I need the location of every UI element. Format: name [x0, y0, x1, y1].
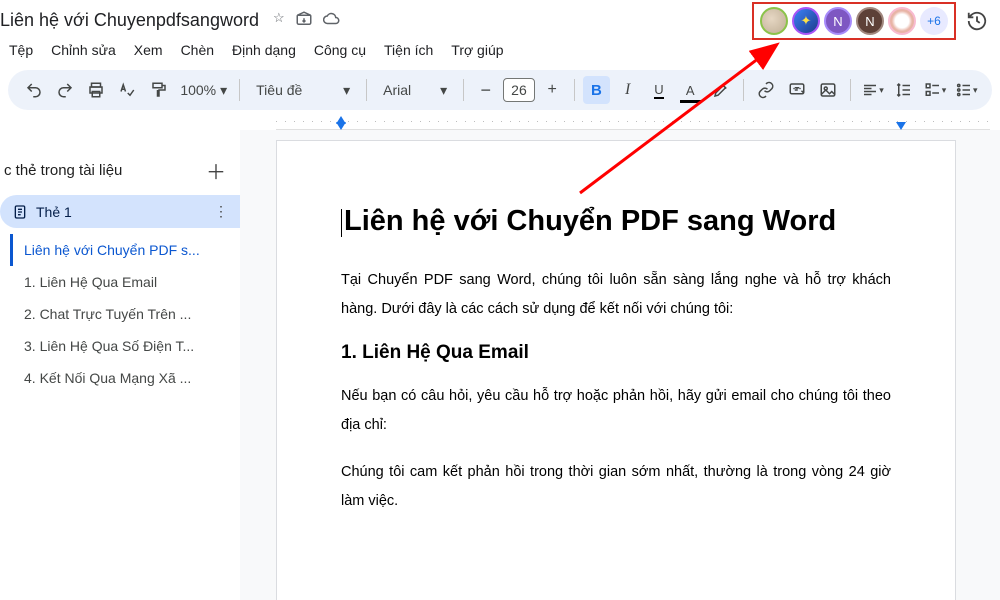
font-size-input[interactable]: 26: [503, 78, 534, 102]
body: c thẻ trong tài liệu ＋ Thẻ 1 ⋮ Liên hệ v…: [0, 130, 1000, 600]
highlight-icon[interactable]: [708, 76, 735, 104]
italic-button[interactable]: I: [614, 76, 641, 104]
font-size-plus[interactable]: +: [539, 76, 566, 104]
outline-item[interactable]: 2. Chat Trực Tuyến Trên ...: [10, 298, 240, 330]
avatar-1[interactable]: [760, 7, 788, 35]
zoom-dropdown[interactable]: 100%▾: [176, 82, 231, 99]
outline-item[interactable]: 1. Liên Hệ Qua Email: [10, 266, 240, 298]
doc-heading-2[interactable]: 1. Liên Hệ Qua Email: [341, 342, 891, 364]
document-title[interactable]: Liên hệ với Chuyenpdfsangword: [0, 10, 265, 31]
separator: [574, 79, 575, 101]
avatar-4[interactable]: N: [856, 7, 884, 35]
move-icon[interactable]: [295, 10, 313, 31]
menu-insert[interactable]: Chèn: [172, 38, 223, 62]
align-icon[interactable]: ▾: [859, 76, 886, 104]
doc-paragraph[interactable]: Chúng tôi cam kết phản hồi trong thời gi…: [341, 458, 891, 516]
collaborators-box: ✦ N N +6: [752, 2, 956, 40]
ruler-indent-right-icon[interactable]: [896, 122, 906, 130]
sidebar: c thẻ trong tài liệu ＋ Thẻ 1 ⋮ Liên hệ v…: [0, 130, 240, 600]
menu-help[interactable]: Trợ giúp: [442, 38, 512, 62]
doc-paragraph[interactable]: Nếu bạn có câu hỏi, yêu cầu hỗ trợ hoặc …: [341, 382, 891, 440]
page-canvas[interactable]: Liên hệ với Chuyển PDF sang Word Tại Chu…: [240, 130, 1000, 600]
link-icon[interactable]: [752, 76, 779, 104]
outline-item[interactable]: 4. Kết Nối Qua Mạng Xã ...: [10, 362, 240, 394]
avatar-3[interactable]: N: [824, 7, 852, 35]
sidebar-heading-label: c thẻ trong tài liệu: [4, 162, 122, 179]
outline: Liên hệ với Chuyển PDF s... 1. Liên Hệ Q…: [0, 228, 240, 394]
menu-tools[interactable]: Công cụ: [305, 38, 375, 62]
title-icons: ☆: [273, 10, 341, 31]
page[interactable]: Liên hệ với Chuyển PDF sang Word Tại Chu…: [276, 140, 956, 600]
separator: [239, 79, 240, 101]
menu-bar: Tệp Chỉnh sửa Xem Chèn Định dạng Công cụ…: [0, 36, 1000, 64]
history-icon[interactable]: [966, 10, 988, 32]
bullet-list-icon[interactable]: ▾: [953, 76, 980, 104]
line-spacing-icon[interactable]: [890, 76, 917, 104]
avatar-5[interactable]: [888, 7, 916, 35]
star-icon[interactable]: ☆: [273, 10, 285, 31]
print-icon[interactable]: [83, 76, 110, 104]
menu-extensions[interactable]: Tiện ích: [375, 38, 442, 62]
menu-file[interactable]: Tệp: [0, 38, 42, 62]
ruler-indent-firstline-icon[interactable]: [336, 122, 346, 130]
font-size-minus[interactable]: −: [472, 76, 499, 104]
tab-menu-icon[interactable]: ⋮: [214, 203, 228, 220]
tab-label: Thẻ 1: [36, 204, 72, 220]
bold-button[interactable]: B: [583, 76, 610, 104]
document-icon: [12, 204, 28, 220]
separator: [850, 79, 851, 101]
underline-button[interactable]: U: [645, 76, 672, 104]
spellcheck-icon[interactable]: [114, 76, 141, 104]
avatar-2[interactable]: ✦: [792, 7, 820, 35]
doc-heading-1[interactable]: Liên hệ với Chuyển PDF sang Word: [341, 205, 891, 238]
outline-item-title[interactable]: Liên hệ với Chuyển PDF s...: [10, 234, 240, 266]
undo-icon[interactable]: [20, 76, 47, 104]
separator: [463, 79, 464, 101]
sidebar-heading: c thẻ trong tài liệu ＋: [0, 140, 240, 195]
separator: [366, 79, 367, 101]
outline-item[interactable]: 3. Liên Hệ Qua Số Điện T...: [10, 330, 240, 362]
tab-active[interactable]: Thẻ 1 ⋮: [0, 195, 240, 228]
ruler[interactable]: [276, 114, 990, 130]
checklist-icon[interactable]: ▾: [921, 76, 948, 104]
menu-edit[interactable]: Chỉnh sửa: [42, 38, 125, 62]
cloud-icon[interactable]: [323, 10, 341, 31]
text-cursor: [341, 209, 342, 237]
image-icon[interactable]: [815, 76, 842, 104]
comment-icon[interactable]: [783, 76, 810, 104]
menu-format[interactable]: Định dạng: [223, 38, 305, 62]
add-tab-icon[interactable]: ＋: [206, 156, 226, 185]
font-dropdown[interactable]: Arial▾: [375, 82, 455, 99]
doc-paragraph[interactable]: Tại Chuyển PDF sang Word, chúng tôi luôn…: [341, 266, 891, 324]
paragraph-style-dropdown[interactable]: Tiêu đề▾: [248, 82, 358, 99]
paint-format-icon[interactable]: [145, 76, 172, 104]
text-color-button[interactable]: A: [677, 76, 704, 104]
avatar-more[interactable]: +6: [920, 7, 948, 35]
menu-view[interactable]: Xem: [125, 38, 172, 62]
separator: [743, 79, 744, 101]
toolbar: 100%▾ Tiêu đề▾ Arial▾ − 26 + B I U A ▾ ▾…: [8, 70, 992, 110]
redo-icon[interactable]: [51, 76, 78, 104]
